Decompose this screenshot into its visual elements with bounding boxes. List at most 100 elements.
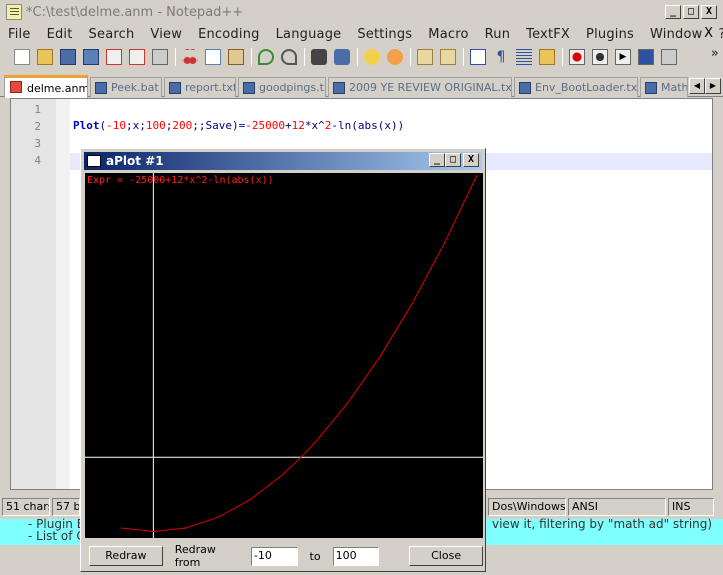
code-text: ;;Save)= [192,119,246,132]
folder-icon[interactable] [539,49,555,65]
menu-settings[interactable]: Settings [349,27,420,42]
new-file-icon[interactable] [14,49,30,65]
status-char-count: 51 chars [2,498,50,516]
close-file-icon[interactable] [106,49,122,65]
word-wrap-icon[interactable] [470,49,486,65]
window-icon [87,155,101,167]
cut-icon[interactable] [182,49,198,65]
plot-area: Expr = -25000+12*x^2-ln(abs(x)) [85,173,483,538]
aplot-window: aPlot #1 _ □ X Expr = -25000+12*x^2-ln(a… [80,148,486,572]
play-macro-icon[interactable]: ▶ [615,49,631,65]
tab-report[interactable]: report.txt [164,77,236,97]
background-text: - List of C [28,529,85,543]
close-document-button[interactable]: X [704,26,713,41]
menu-search[interactable]: Search [81,27,143,42]
file-icon [243,82,255,94]
indent-guide-icon[interactable] [516,49,532,65]
undo-icon[interactable] [258,49,274,65]
show-all-chars-icon[interactable]: ¶ [493,49,509,65]
print-icon[interactable] [152,49,168,65]
tab-label: report.txt [185,81,236,94]
tab-scroll-left-icon[interactable]: ◀ [689,78,705,94]
aplot-minimize-button[interactable]: _ [429,153,445,167]
close-plot-button[interactable]: Close [409,546,483,566]
file-icon [645,82,657,94]
aplot-maximize-button[interactable]: □ [445,153,461,167]
file-icon [519,82,531,94]
code-text: -ln(abs(x)) [331,119,405,132]
menu-language[interactable]: Language [268,27,350,42]
close-button[interactable]: X [701,5,717,19]
tab-label: Peek.bat [111,81,159,94]
replace-icon[interactable] [334,49,350,65]
find-icon[interactable] [311,49,327,65]
stop-macro-icon[interactable] [592,49,608,65]
tab-2009-ye-review[interactable]: 2009 YE REVIEW ORIGINAL.txt [328,77,512,97]
tab-scroll-right-icon[interactable]: ▶ [705,78,721,94]
window-title: *C:\test\delme.anm - Notepad++ [26,4,244,20]
record-macro-icon[interactable] [569,49,585,65]
copy-icon[interactable] [205,49,221,65]
aplot-title-bar[interactable]: aPlot #1 _ □ X [84,152,482,170]
tab-env-bootloader[interactable]: Env_BootLoader.txt [514,77,638,97]
tab-label: 2009 YE REVIEW ORIGINAL.txt [349,81,512,94]
zoom-in-icon[interactable] [364,49,380,65]
zoom-out-icon[interactable] [387,49,403,65]
sync-horizontal-icon[interactable] [440,49,456,65]
menu-view[interactable]: View [142,27,190,42]
unsaved-file-icon [10,81,22,93]
maximize-button[interactable]: □ [683,5,699,19]
background-text: view it, filtering by "math ad" string) [492,517,713,531]
tab-label: Math [661,81,688,94]
sync-vertical-icon[interactable] [417,49,433,65]
code-keyword: Plot [73,119,100,132]
toolbar-separator [562,48,563,66]
paste-icon[interactable] [228,49,244,65]
to-label: to [309,549,321,563]
code-number: -25000 [245,119,285,132]
tab-goodpings[interactable]: goodpings.txt [238,77,326,97]
close-all-icon[interactable] [129,49,145,65]
to-input[interactable]: 100 [332,546,380,566]
menu-window[interactable]: Window [642,27,710,42]
save-all-icon[interactable] [83,49,99,65]
toolbar-separator [357,48,358,66]
status-eol: Dos\Windows [488,498,566,516]
tab-peek[interactable]: Peek.bat [90,77,162,97]
play-multiple-icon[interactable] [638,49,654,65]
toolbar-separator [463,48,464,66]
aplot-close-button[interactable]: X [463,153,479,167]
redraw-button[interactable]: Redraw [89,546,163,566]
menu-file[interactable]: File [0,27,39,42]
menu-run[interactable]: Run [477,27,519,42]
code-line-2[interactable]: Plot(-10;x;100;200;;Save)=-25000+12*x^2-… [73,119,404,132]
tab-delme[interactable]: delme.anm [4,75,88,98]
open-file-icon[interactable] [37,49,53,65]
redo-icon[interactable] [281,49,297,65]
minimize-button[interactable]: _ [665,5,681,19]
menu-macro[interactable]: Macro [420,27,476,42]
menu-plugins[interactable]: Plugins [578,27,642,42]
line-number: 3 [34,137,41,150]
toolbar-overflow-icon[interactable]: » [711,46,719,61]
save-icon[interactable] [60,49,76,65]
tab-label: goodpings.txt [259,81,325,94]
file-icon [95,82,107,94]
menu-edit[interactable]: Edit [39,27,81,42]
from-input[interactable]: -10 [250,546,298,566]
tab-label: delme.anm [27,81,88,95]
tab-bar: delme.anm Peek.bat report.txt goodpings.… [0,75,723,98]
tab-label: Env_BootLoader.txt [535,81,638,94]
expression-label: Expr = -25000+12*x^2-ln(abs(x)) [87,175,274,186]
notepad-app-icon [6,4,22,20]
toolbar-separator [410,48,411,66]
toolbar-separator [175,48,176,66]
menu-textfx[interactable]: TextFX [518,27,578,42]
redraw-from-label: Redraw from [174,543,216,569]
aplot-title: aPlot #1 [106,154,164,168]
line-number: 1 [34,103,41,116]
series-line [120,174,478,533]
tab-math[interactable]: Math [640,77,688,97]
menu-encoding[interactable]: Encoding [190,27,268,42]
save-macro-icon[interactable] [661,49,677,65]
